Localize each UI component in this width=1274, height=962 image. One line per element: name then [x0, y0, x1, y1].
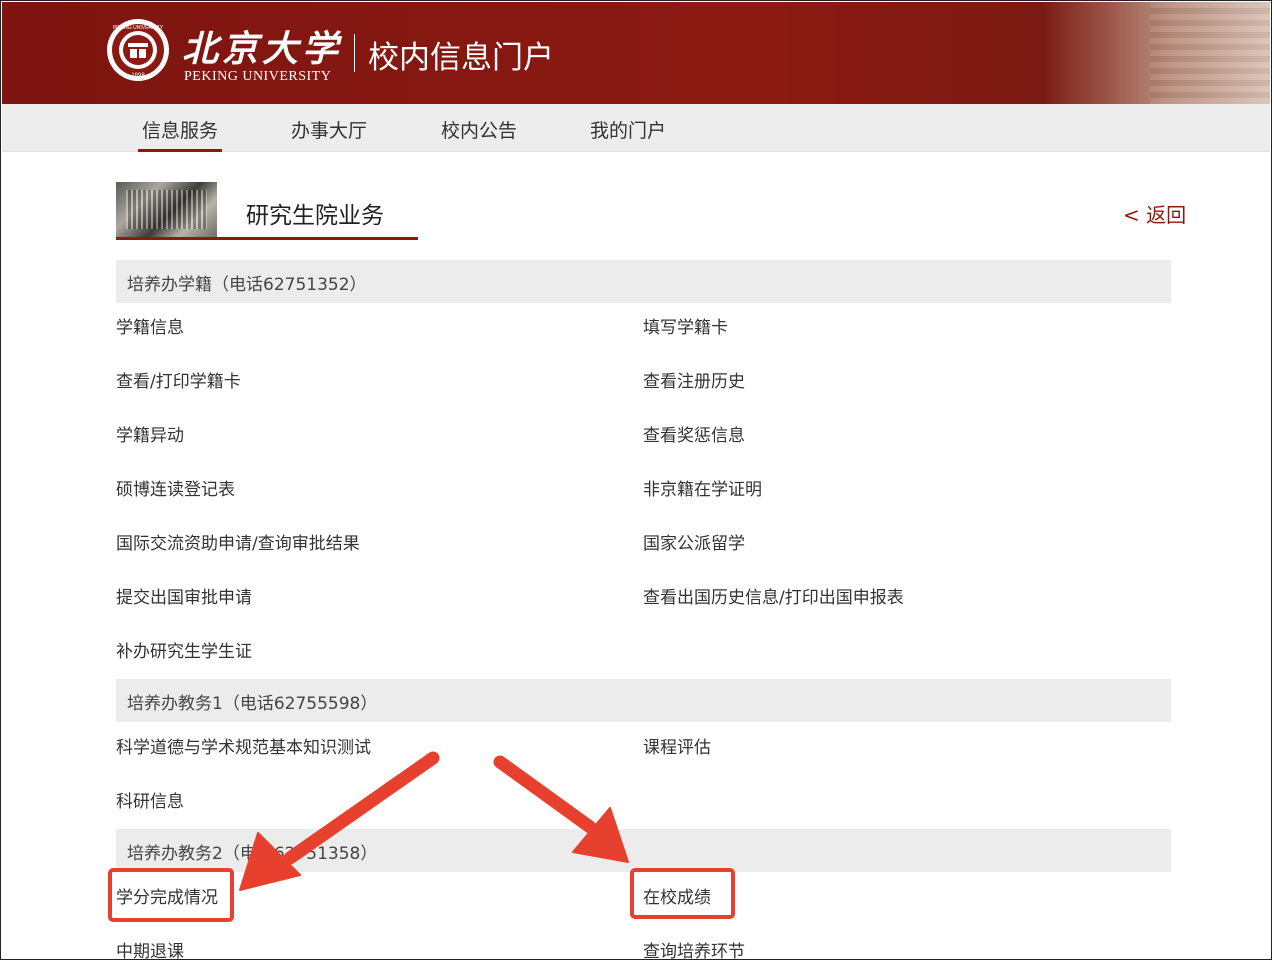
section-title: 研究生院业务	[246, 203, 384, 229]
group-label: 培养办教务1（电话62755598）	[127, 694, 378, 714]
link-view-print-status-card[interactable]: 查看/打印学籍卡	[116, 367, 241, 392]
link-rewards-penalties[interactable]: 查看奖惩信息	[643, 421, 745, 446]
highlight-box-credit	[108, 868, 234, 922]
link-course-evaluation[interactable]: 课程评估	[643, 733, 711, 758]
group-label: 培养办教务2（电话62751358）	[127, 844, 378, 864]
seal-arc-text: PEKING UNIVERSITY	[113, 25, 164, 31]
seal-year: 1898	[131, 73, 145, 79]
university-name-cn[interactable]: 北京大学	[182, 20, 342, 72]
group-header-academic-1: 培养办教务1（电话62755598）	[116, 679, 1171, 722]
link-registration-history[interactable]: 查看注册历史	[643, 367, 745, 392]
group-header-registry: 培养办学籍（电话62751352）	[116, 260, 1171, 303]
university-name-en: PEKING UNIVERSITY	[184, 69, 332, 84]
link-reissue-student-card[interactable]: 补办研究生学生证	[116, 637, 252, 662]
header-divider	[354, 34, 355, 72]
nav-tab-info-services[interactable]: 信息服务	[137, 116, 223, 152]
header-decoration	[1150, 2, 1270, 104]
nav-tab-announcements[interactable]: 校内公告	[441, 116, 517, 143]
link-training-steps[interactable]: 查询培养环节	[643, 937, 745, 962]
portal-title: 校内信息门户	[368, 40, 554, 76]
group-label: 培养办学籍（电话62751352）	[127, 275, 367, 295]
site-header: PEKING UNIVERSITY 1898 北京大学 PEKING UNIVE…	[2, 2, 1270, 104]
pku-seal-icon[interactable]: PEKING UNIVERSITY 1898	[106, 18, 170, 82]
nav-tab-service-hall[interactable]: 办事大厅	[291, 116, 367, 143]
link-student-status-info[interactable]: 学籍信息	[116, 313, 184, 338]
link-state-sponsored-study[interactable]: 国家公派留学	[643, 529, 745, 554]
link-mphd-registration[interactable]: 硕博连读登记表	[116, 475, 235, 500]
back-link[interactable]: < 返回	[1123, 199, 1186, 228]
link-fill-status-card[interactable]: 填写学籍卡	[643, 313, 728, 338]
link-abroad-history[interactable]: 查看出国历史信息/打印出国申报表	[643, 583, 904, 608]
highlight-box-grades	[630, 868, 735, 919]
link-intl-exchange-funding[interactable]: 国际交流资助申请/查询审批结果	[116, 529, 360, 554]
main-nav: 信息服务 办事大厅 校内公告 我的门户	[2, 104, 1270, 152]
link-mid-term-drop[interactable]: 中期退课	[116, 937, 184, 962]
group-header-academic-2: 培养办教务2（电话62751358）	[116, 829, 1171, 872]
section-header: 研究生院业务	[116, 182, 418, 240]
nav-tab-my-portal[interactable]: 我的门户	[590, 116, 666, 143]
arrow-right-shaft	[493, 755, 597, 834]
link-status-change[interactable]: 学籍异动	[116, 421, 184, 446]
link-ethics-test[interactable]: 科学道德与学术规范基本知识测试	[116, 733, 371, 758]
link-non-beijing-certificate[interactable]: 非京籍在学证明	[643, 475, 762, 500]
link-submit-abroad-approval[interactable]: 提交出国审批申请	[116, 583, 252, 608]
section-banner-image	[116, 182, 217, 237]
link-research-info[interactable]: 科研信息	[116, 787, 184, 812]
